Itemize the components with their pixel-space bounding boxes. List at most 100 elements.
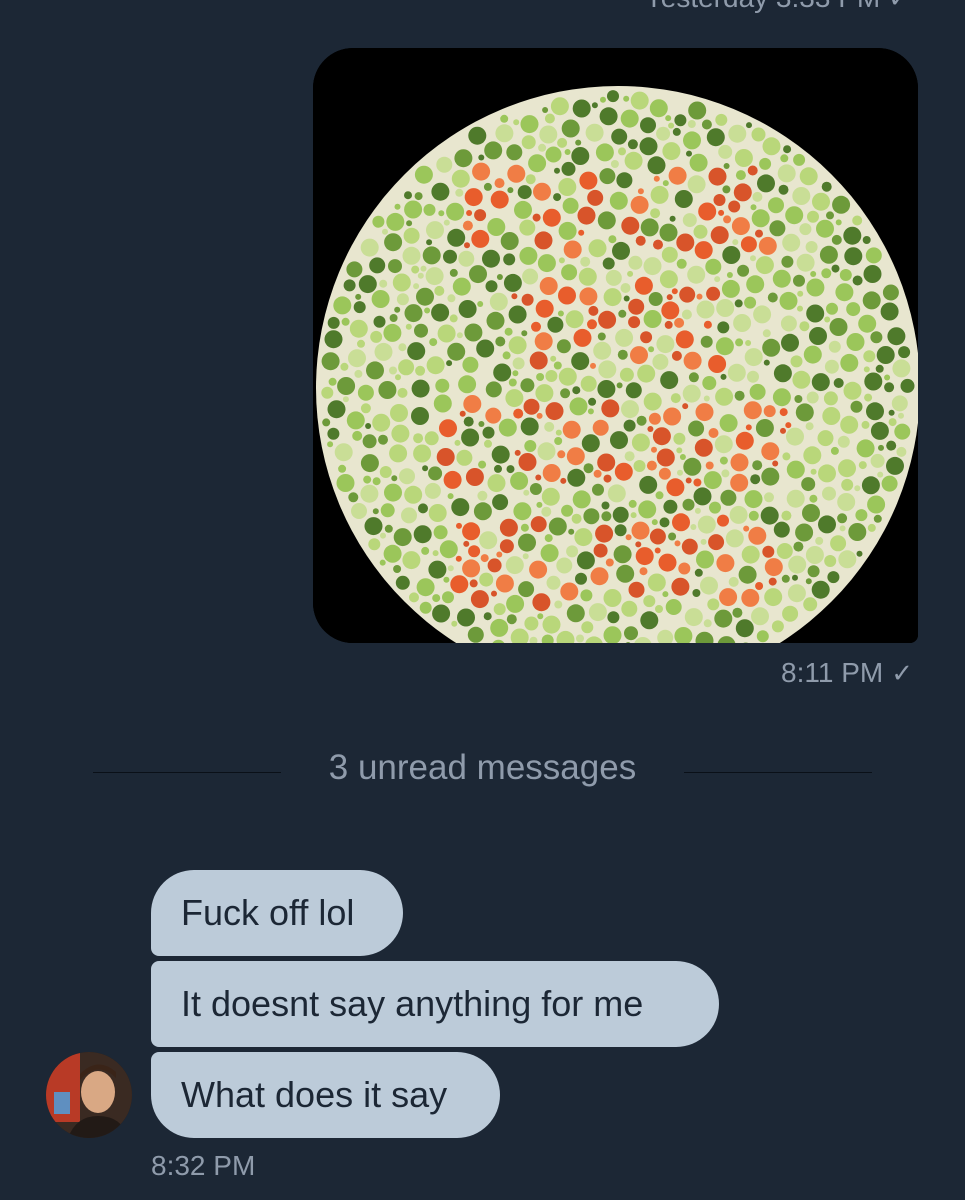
plate-dot: [439, 540, 458, 559]
plate-dot: [797, 305, 803, 312]
plate-dot: [888, 409, 895, 416]
contact-avatar[interactable]: [46, 1052, 132, 1138]
plate-dot: [468, 545, 481, 558]
plate-dot: [349, 319, 368, 338]
plate-dot: [762, 545, 775, 558]
plate-dot: [900, 378, 915, 393]
plate-dot: [601, 399, 620, 418]
plate-dot: [727, 363, 746, 382]
plate-dot: [843, 226, 862, 245]
plate-dot: [886, 456, 904, 475]
plate-dot: [705, 258, 722, 275]
plate-dot: [662, 180, 669, 187]
plate-dot: [519, 219, 536, 236]
plate-dot: [856, 550, 863, 557]
plate-dot: [521, 135, 536, 150]
plate-dot: [867, 495, 886, 514]
plate-dot: [588, 397, 597, 406]
plate-dot: [705, 461, 714, 470]
plate-dot: [389, 366, 397, 375]
plate-dot: [578, 267, 597, 286]
plate-dot: [734, 390, 745, 401]
plate-dot: [571, 513, 582, 524]
plate-dot: [463, 540, 470, 547]
plate-dot: [432, 604, 451, 623]
plate-dot: [676, 258, 687, 269]
plate-dot: [864, 393, 873, 402]
plate-dot: [744, 490, 763, 509]
plate-dot: [762, 137, 781, 156]
plate-dot: [655, 491, 664, 500]
plate-dot: [650, 208, 661, 219]
previous-timestamp-text: Yesterday 3:33 PM: [645, 0, 881, 13]
plate-dot: [640, 611, 659, 630]
plate-dot: [700, 576, 718, 595]
sent-image-message[interactable]: [313, 48, 918, 643]
plate-dot: [414, 165, 433, 184]
plate-dot: [467, 626, 484, 643]
plate-dot: [490, 190, 509, 209]
plate-dot: [654, 547, 661, 554]
plate-dot: [593, 469, 602, 478]
plate-dot: [493, 603, 506, 616]
plate-dot: [411, 407, 429, 425]
plate-dot: [394, 203, 401, 210]
plate-dot: [623, 95, 630, 102]
plate-dot: [802, 504, 820, 522]
plate-dot: [647, 426, 654, 432]
plate-dot: [656, 448, 675, 467]
plate-dot: [536, 412, 543, 419]
plate-dot: [846, 333, 865, 351]
plate-dot: [830, 446, 839, 455]
plate-dot: [647, 156, 666, 175]
plate-dot: [386, 212, 405, 231]
plate-dot: [579, 287, 598, 306]
plate-dot: [352, 430, 363, 441]
plate-dot: [417, 272, 424, 279]
plate-dot: [379, 466, 392, 478]
plate-dot: [700, 335, 713, 348]
plate-dot: [764, 558, 783, 577]
plate-dot: [694, 241, 713, 260]
plate-dot: [545, 370, 558, 382]
plate-dot: [581, 434, 600, 453]
plate-dot: [495, 124, 514, 143]
plate-dot: [571, 352, 590, 371]
plate-dot: [753, 305, 772, 324]
plate-dot: [357, 339, 365, 348]
plate-dot: [393, 528, 412, 547]
ishihara-plate-image[interactable]: [313, 48, 918, 643]
plate-dot: [780, 154, 789, 163]
plate-dot: [679, 454, 686, 460]
plate-dot: [587, 189, 604, 206]
plate-dot: [601, 511, 612, 522]
plate-dot: [687, 120, 696, 128]
received-message-bubble[interactable]: It doesnt say anything for me: [151, 961, 719, 1047]
received-message-bubble[interactable]: Fuck off lol: [151, 870, 403, 956]
plate-dot: [554, 167, 560, 174]
plate-dot: [858, 314, 877, 333]
plate-dot: [569, 397, 588, 416]
plate-dot: [605, 558, 614, 567]
plate-dot: [891, 395, 908, 412]
plate-dot: [703, 320, 712, 329]
plate-dot: [708, 355, 727, 373]
plate-dot: [405, 323, 412, 330]
plate-dot: [702, 376, 717, 390]
plate-dot: [683, 351, 702, 370]
plate-dot: [566, 545, 579, 558]
plate-dot: [546, 575, 561, 590]
plate-dot: [558, 367, 577, 386]
plate-dot: [404, 191, 412, 200]
plate-dot: [503, 253, 516, 266]
plate-dot: [535, 384, 554, 403]
plate-dot: [713, 194, 726, 206]
plate-dot: [638, 500, 657, 519]
plate-dot: [508, 305, 527, 324]
plate-dot: [786, 460, 805, 479]
plate-dot: [674, 317, 685, 328]
received-message-bubble[interactable]: What does it say: [151, 1052, 500, 1138]
plate-dot: [652, 353, 669, 370]
plate-dot: [688, 101, 707, 120]
plate-dot: [811, 580, 830, 599]
